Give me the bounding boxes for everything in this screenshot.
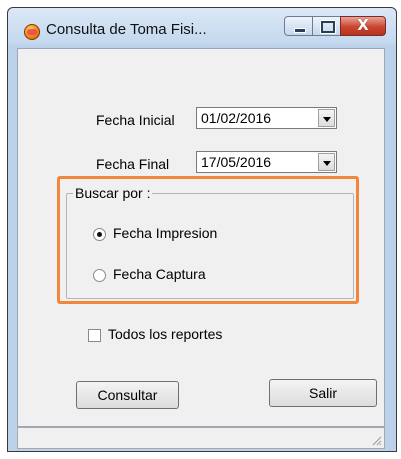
fecha-inicial-label: Fecha Inicial: [96, 112, 175, 128]
resize-grip-icon[interactable]: [370, 434, 382, 446]
fecha-final-label: Fecha Final: [96, 156, 170, 172]
close-button[interactable]: X: [340, 16, 386, 36]
maximize-button[interactable]: [312, 16, 341, 36]
todos-reportes-checkbox[interactable]: [88, 329, 101, 342]
todos-reportes-label[interactable]: Todos los reportes: [108, 326, 222, 342]
fecha-inicial-value: 01/02/2016: [201, 110, 272, 126]
title-bar[interactable]: Consulta de Toma Fisi... X: [8, 8, 396, 48]
salir-button[interactable]: Salir: [269, 379, 377, 407]
fecha-final-dropdown[interactable]: 17/05/2016: [196, 151, 337, 173]
app-icon[interactable]: [24, 24, 40, 40]
caption-buttons: X: [284, 16, 386, 38]
fecha-inicial-dropdown[interactable]: 01/02/2016: [196, 107, 337, 129]
window-title: Consulta de Toma Fisi...: [46, 21, 207, 38]
chevron-down-icon[interactable]: [318, 109, 335, 127]
consultar-button[interactable]: Consultar: [76, 381, 179, 409]
highlight-box: [57, 176, 359, 304]
minimize-button[interactable]: [284, 16, 313, 36]
close-icon: X: [357, 16, 369, 34]
status-bar: [17, 427, 385, 449]
fecha-final-value: 17/05/2016: [201, 154, 272, 170]
minimize-icon: [294, 28, 306, 33]
chevron-down-icon[interactable]: [318, 153, 335, 171]
maximize-icon: [320, 20, 336, 34]
